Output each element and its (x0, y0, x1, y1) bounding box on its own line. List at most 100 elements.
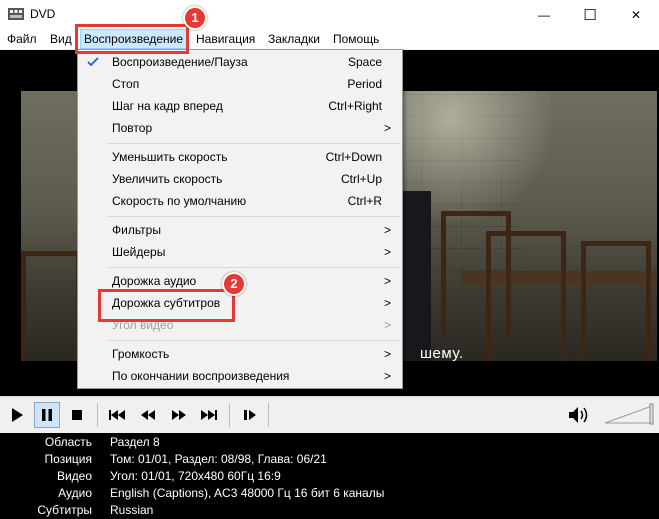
info-label: Позиция (44, 452, 92, 466)
toolbar-separator (229, 403, 230, 427)
rewind-icon (141, 410, 155, 420)
close-icon: ✕ (630, 7, 642, 22)
fast-forward-icon (172, 410, 186, 420)
submenu-arrow-icon: > (383, 274, 391, 288)
menu-item-label: Воспроизведение/Пауза (112, 55, 248, 69)
menu-separator (108, 340, 400, 341)
skip-back-icon (109, 410, 125, 420)
toolbar-separator (268, 403, 269, 427)
menu-bookmarks[interactable]: Закладки (268, 29, 320, 49)
annotation-box-2 (98, 289, 235, 322)
menu-item-label: Уменьшить скорость (112, 150, 228, 164)
menu-item-filters[interactable]: Фильтры > (78, 219, 402, 241)
info-panel: Область Раздел 8 Позиция Том: 01/01, Раз… (0, 433, 659, 519)
menu-item-label: Шейдеры (112, 245, 166, 259)
toolbar-separator (97, 403, 98, 427)
info-value: English (Captions), AC3 48000 Гц 16 бит … (110, 486, 385, 500)
info-value: Том: 01/01, Раздел: 08/98, Глава: 06/21 (110, 452, 327, 466)
menu-item-label: Увеличить скорость (112, 172, 223, 186)
frame-step-button[interactable] (237, 402, 263, 428)
maximize-icon: ☐ (583, 6, 597, 24)
window-title: DVD (30, 7, 56, 21)
next-button[interactable] (196, 402, 222, 428)
info-row-subtitles: Субтитры Russian (0, 502, 659, 519)
info-row-position: Позиция Том: 01/01, Раздел: 08/98, Глава… (0, 451, 659, 468)
menu-navigation[interactable]: Навигация (196, 29, 255, 49)
previous-button[interactable] (104, 402, 130, 428)
chair-shape (581, 241, 651, 361)
info-value: Раздел 8 (110, 435, 160, 449)
menu-item-volume[interactable]: Громкость > (78, 343, 402, 365)
info-row-audio: Аудио English (Captions), AC3 48000 Гц 1… (0, 485, 659, 502)
controls-bar (0, 396, 659, 433)
info-label: Аудио (58, 486, 92, 500)
menu-item-shaders[interactable]: Шейдеры > (78, 241, 402, 263)
menu-item-play-pause[interactable]: Воспроизведение/Пауза Space (78, 51, 402, 73)
play-button[interactable] (4, 402, 30, 428)
stop-icon (72, 410, 82, 420)
frame-step-icon (244, 410, 256, 420)
menu-item-label: По окончании воспроизведения (112, 369, 290, 383)
menu-item-repeat[interactable]: Повтор > (78, 117, 402, 139)
menu-file[interactable]: Файл (7, 29, 37, 49)
person-silhouette (401, 191, 431, 361)
info-label: Область (44, 435, 92, 449)
submenu-arrow-icon: > (383, 121, 391, 135)
menu-item-stop[interactable]: Стоп Period (78, 73, 402, 95)
play-icon (12, 408, 23, 422)
volume-icon (569, 407, 588, 423)
menu-separator (108, 267, 400, 268)
playback-dropdown: Воспроизведение/Пауза Space Стоп Period … (77, 49, 403, 389)
pause-icon (42, 409, 52, 421)
mute-button[interactable] (566, 402, 592, 428)
menu-item-default-speed[interactable]: Скорость по умолчанию Ctrl+R (78, 190, 402, 212)
chair-shape (486, 231, 566, 361)
menu-item-frame-step[interactable]: Шаг на кадр вперед Ctrl+Right (78, 95, 402, 117)
menu-item-label: Скорость по умолчанию (112, 194, 247, 208)
menu-item-shortcut: Ctrl+R (347, 194, 382, 208)
menu-item-slower[interactable]: Уменьшить скорость Ctrl+Down (78, 146, 402, 168)
menu-item-label: Фильтры (112, 223, 161, 237)
chair-shape (21, 251, 81, 361)
menu-item-label: Громкость (112, 347, 170, 361)
menu-view[interactable]: Вид (50, 29, 72, 49)
menu-item-shortcut: Ctrl+Right (328, 99, 382, 113)
info-value: Угол: 01/01, 720x480 60Гц 16:9 (110, 469, 281, 483)
menu-item-label: Повтор (112, 121, 153, 135)
submenu-arrow-icon: > (383, 318, 391, 332)
skip-forward-icon (201, 410, 217, 420)
maximize-button[interactable]: ☐ (567, 0, 613, 29)
annotation-box-1 (75, 24, 189, 54)
stop-button[interactable] (64, 402, 90, 428)
minimize-icon: — (538, 7, 550, 22)
menu-item-shortcut: Space (347, 55, 382, 69)
rewind-button[interactable] (135, 402, 161, 428)
menu-item-shortcut: Period (347, 77, 382, 91)
submenu-arrow-icon: > (383, 223, 391, 237)
submenu-arrow-icon: > (383, 245, 391, 259)
forward-button[interactable] (166, 402, 192, 428)
app-icon (8, 8, 24, 20)
info-label: Видео (56, 469, 92, 483)
subtitle-text: шему. (420, 345, 464, 362)
pause-button[interactable] (34, 402, 60, 428)
menu-help[interactable]: Помощь (333, 29, 379, 49)
annotation-badge-1: 1 (183, 6, 207, 30)
close-button[interactable]: ✕ (613, 0, 659, 29)
menu-item-label: Шаг на кадр вперед (112, 99, 223, 113)
info-value: Russian (110, 503, 154, 517)
menu-item-shortcut: Ctrl+Down (325, 150, 382, 164)
menu-item-label: Стоп (112, 77, 140, 91)
submenu-arrow-icon: > (383, 347, 391, 361)
menu-separator (108, 143, 400, 144)
info-row-area: Область Раздел 8 (0, 434, 659, 451)
submenu-arrow-icon: > (383, 369, 391, 383)
annotation-badge-2: 2 (222, 272, 246, 296)
submenu-arrow-icon: > (383, 296, 391, 310)
minimize-button[interactable]: — (521, 0, 567, 29)
menu-item-after-playback[interactable]: По окончании воспроизведения > (78, 365, 402, 387)
info-label: Субтитры (37, 503, 92, 517)
menu-item-faster[interactable]: Увеличить скорость Ctrl+Up (78, 168, 402, 190)
volume-slider[interactable] (604, 403, 654, 425)
info-row-video: Видео Угол: 01/01, 720x480 60Гц 16:9 (0, 468, 659, 485)
